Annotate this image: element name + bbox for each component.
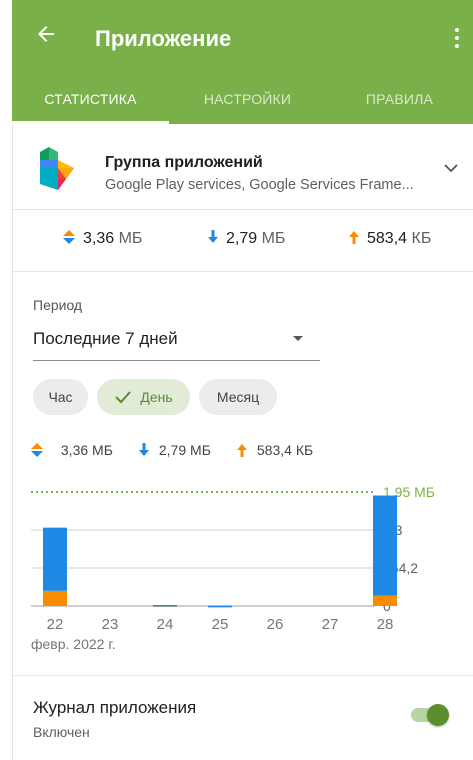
app-group-header[interactable]: Группа приложений Google Play services, … xyxy=(13,124,473,210)
toggle-thumb xyxy=(427,704,449,726)
chip-day-label: День xyxy=(140,389,173,405)
download-unit: МБ xyxy=(261,230,286,247)
traffic-totals: 3,36 МБ 2,79 МБ 583,4 КБ xyxy=(13,210,473,272)
dropdown-arrow-icon xyxy=(293,336,303,341)
app-bar: Приложение СТАТИСТИКА НАСТРОЙКИ ПРАВИЛА xyxy=(12,0,473,124)
journal-title: Журнал приложения xyxy=(33,698,197,717)
tab-bar: СТАТИСТИКА НАСТРОЙКИ ПРАВИЛА xyxy=(12,78,473,124)
legend-total: 3,36 МБ xyxy=(31,442,113,458)
bar-upload xyxy=(373,595,397,606)
period-dropdown[interactable]: Последние 7 дней xyxy=(33,325,320,361)
bar-download xyxy=(43,527,67,591)
x-tick-label: 28 xyxy=(377,616,394,633)
legend-total-value: 3,36 МБ xyxy=(60,442,113,458)
legend-download: 2,79 МБ xyxy=(139,442,211,458)
arrow-down-icon xyxy=(139,443,149,456)
total-value: 3,36 xyxy=(83,230,115,247)
bar-download xyxy=(373,495,397,596)
total-unit: МБ xyxy=(118,230,143,247)
upload-traffic: 583,4 КБ xyxy=(349,230,431,248)
app-group-name: Группа приложений xyxy=(105,154,263,171)
bar-download xyxy=(208,605,232,608)
download-traffic: 2,79 МБ xyxy=(208,230,285,248)
legend-upload: 583,4 КБ xyxy=(237,442,313,458)
back-arrow-icon[interactable] xyxy=(34,22,58,46)
traffic-bar-chart: 0664,21,31,95 МБ22232425262728февр. 2022… xyxy=(31,484,435,652)
arrow-up-icon xyxy=(349,231,359,244)
tab-rules[interactable]: ПРАВИЛА xyxy=(326,78,473,124)
chip-day[interactable]: День xyxy=(97,379,190,415)
arrow-up-icon xyxy=(237,444,247,457)
journal-status: Включен xyxy=(33,724,90,740)
chip-month[interactable]: Месяц xyxy=(199,379,277,415)
app-journal-row[interactable]: Журнал приложения Включен xyxy=(13,675,473,760)
bar-download xyxy=(153,605,177,607)
google-play-services-icon xyxy=(40,147,74,190)
more-vert-icon[interactable] xyxy=(451,26,463,50)
x-tick-label: 27 xyxy=(322,616,339,633)
app-group-members: Google Play services, Google Services Fr… xyxy=(105,177,414,193)
traffic-chart: 0664,21,31,95 МБ22232425262728февр. 2022… xyxy=(13,474,473,674)
period-selected-value: Последние 7 дней xyxy=(33,329,178,348)
chip-hour[interactable]: Час xyxy=(33,379,88,415)
tab-settings[interactable]: НАСТРОЙКИ xyxy=(169,78,326,124)
x-tick-label: 26 xyxy=(267,616,284,633)
arrow-down-icon xyxy=(208,230,218,243)
chevron-down-icon[interactable] xyxy=(443,160,459,176)
legend-upload-value: 583,4 КБ xyxy=(256,442,314,458)
upload-unit: КБ xyxy=(411,230,432,247)
legend-download-value: 2,79 МБ xyxy=(158,442,211,458)
total-traffic: 3,36 МБ xyxy=(63,230,142,248)
x-tick-label: 24 xyxy=(157,616,174,633)
page-title: Приложение xyxy=(95,26,232,51)
download-value: 2,79 xyxy=(226,230,258,247)
journal-toggle[interactable] xyxy=(411,704,451,726)
up-down-arrows-icon xyxy=(31,443,43,457)
x-axis-caption: февр. 2022 г. xyxy=(31,636,116,652)
tab-statistics[interactable]: СТАТИСТИКА xyxy=(12,78,169,124)
period-label: Период xyxy=(33,297,83,313)
bar-upload xyxy=(43,590,67,606)
up-down-arrows-icon xyxy=(63,230,75,244)
x-tick-label: 22 xyxy=(47,616,64,633)
upload-value: 583,4 xyxy=(367,230,408,247)
x-tick-label: 23 xyxy=(102,616,119,633)
x-tick-label: 25 xyxy=(212,616,229,633)
statistics-content: Группа приложений Google Play services, … xyxy=(12,124,473,760)
check-icon xyxy=(115,391,132,404)
